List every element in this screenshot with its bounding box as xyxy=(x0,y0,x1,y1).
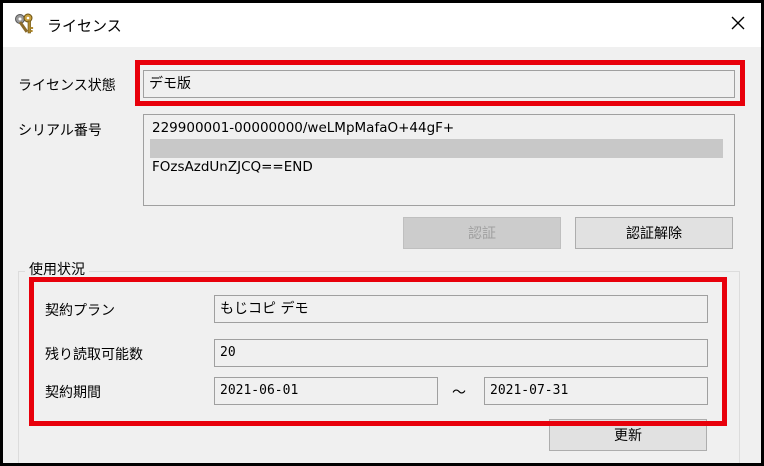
serial-line-1: 229900001-00000000/weLMpMafaO+44gF+ xyxy=(152,120,455,136)
period-label: 契約期間 xyxy=(45,385,101,401)
deauthenticate-button[interactable]: 認証解除 xyxy=(575,217,733,249)
period-start-field: 2021-06-01 xyxy=(214,377,438,405)
refresh-button[interactable]: 更新 xyxy=(549,419,707,451)
serial-number-field[interactable]: 229900001-00000000/weLMpMafaO+44gF+ FOzs… xyxy=(143,114,735,206)
usage-group-title: 使用状況 xyxy=(25,259,89,279)
serial-line-3: FOzsAzdUnZJCQ==END xyxy=(152,159,313,175)
plan-label: 契約プラン xyxy=(45,303,115,319)
plan-field: もじコピ デモ xyxy=(214,295,708,323)
close-button[interactable] xyxy=(715,3,761,47)
title-bar: ライセンス xyxy=(3,3,761,47)
remaining-label: 残り読取可能数 xyxy=(45,347,143,363)
remaining-field: 20 xyxy=(214,339,708,367)
license-status-label: ライセンス状態 xyxy=(18,78,116,94)
period-end-field: 2021-07-31 xyxy=(484,377,708,405)
authenticate-button[interactable]: 認証 xyxy=(403,217,561,249)
period-separator: ～ xyxy=(452,385,466,401)
license-status-field: デモ版 xyxy=(143,70,735,98)
serial-line-redacted xyxy=(150,139,723,158)
close-icon xyxy=(731,16,745,34)
window-title: ライセンス xyxy=(47,17,122,35)
license-dialog: ライセンス ライセンス状態 デモ版 シリアル番号 229900001-00000… xyxy=(3,3,761,463)
key-icon xyxy=(13,12,37,36)
serial-label: シリアル番号 xyxy=(18,123,102,139)
